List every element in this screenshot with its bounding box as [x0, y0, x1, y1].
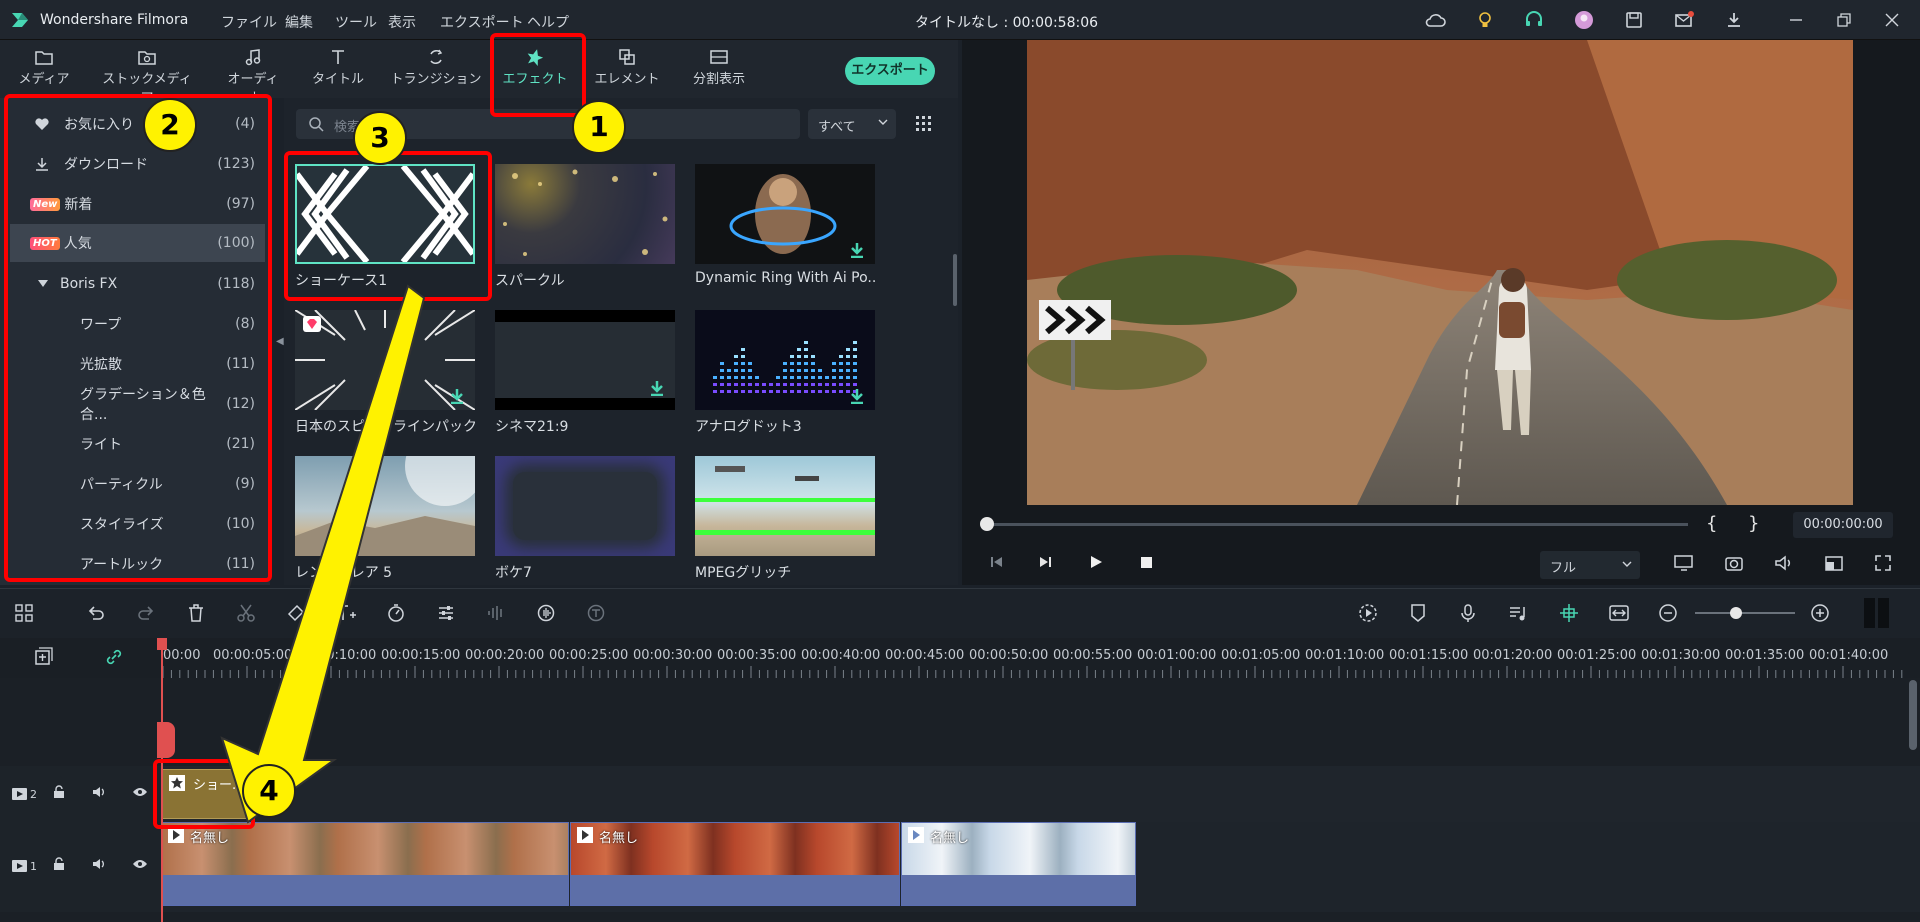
step-marker-2: 2 — [143, 98, 197, 152]
step-marker-3: 3 — [353, 111, 407, 165]
step-marker-4: 4 — [242, 764, 296, 818]
step-marker-1: 1 — [572, 100, 626, 154]
